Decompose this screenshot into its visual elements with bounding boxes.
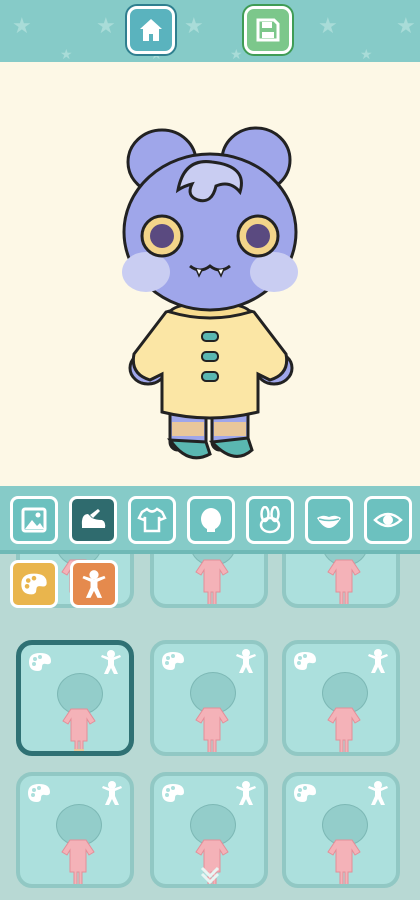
item-card[interactable] xyxy=(282,772,400,888)
head-icon xyxy=(201,508,221,532)
item-grid xyxy=(0,554,420,900)
item-card[interactable] xyxy=(282,640,400,756)
item-figure xyxy=(195,559,229,604)
star-decoration: ★ xyxy=(318,14,338,39)
category-head[interactable] xyxy=(187,496,235,544)
character-stage xyxy=(0,62,420,486)
item-figure xyxy=(327,559,361,604)
shoe-icon xyxy=(81,509,106,528)
category-shoes[interactable] xyxy=(69,496,117,544)
palette-icon xyxy=(28,784,50,802)
category-ears[interactable] xyxy=(246,496,294,544)
star-decoration: ★ xyxy=(12,14,32,39)
person-icon xyxy=(82,570,106,598)
item-figure xyxy=(195,707,229,752)
home-icon xyxy=(140,19,162,41)
chevron-down-icon[interactable] xyxy=(198,864,222,884)
item-figure xyxy=(61,839,95,884)
star-decoration: ★ xyxy=(96,14,116,39)
person-icon xyxy=(368,781,388,805)
save-icon xyxy=(256,18,280,42)
palette-icon xyxy=(21,573,47,595)
image-icon xyxy=(21,507,47,533)
item-card[interactable] xyxy=(16,772,134,888)
category-mouth[interactable] xyxy=(305,496,353,544)
palette-icon xyxy=(294,652,316,670)
home-button[interactable] xyxy=(127,6,175,54)
palette-icon xyxy=(29,653,51,671)
item-figure xyxy=(327,839,361,884)
category-bar xyxy=(0,486,420,554)
person-icon xyxy=(368,649,388,673)
person-icon xyxy=(236,781,256,805)
person-icon xyxy=(236,649,256,673)
item-card[interactable] xyxy=(150,554,268,608)
character-preview xyxy=(122,126,298,460)
item-card[interactable] xyxy=(150,640,268,756)
star-decoration: ★ xyxy=(184,14,204,39)
shirt-icon xyxy=(137,507,167,533)
person-icon xyxy=(101,650,121,674)
palette-icon xyxy=(162,652,184,670)
filter-person-button[interactable] xyxy=(70,560,118,608)
save-button[interactable] xyxy=(244,6,292,54)
item-card[interactable] xyxy=(282,554,400,608)
bunny-icon xyxy=(259,506,281,534)
item-figure xyxy=(62,708,96,751)
mouth-icon xyxy=(317,515,341,528)
person-icon xyxy=(102,781,122,805)
star-decoration: ★ xyxy=(360,47,373,62)
item-card-selected[interactable] xyxy=(16,640,134,756)
filter-color-button[interactable] xyxy=(10,560,58,608)
category-background[interactable] xyxy=(10,496,58,544)
item-figure xyxy=(327,707,361,752)
star-decoration: ★ xyxy=(60,47,73,62)
palette-icon xyxy=(162,784,184,802)
eye-icon xyxy=(373,512,403,528)
star-decoration: ★ xyxy=(396,14,416,39)
top-bar: ★ ★ ★ ★ ★ ★ ★ ★ ★ xyxy=(0,0,420,62)
star-decoration: ★ xyxy=(230,47,243,62)
category-clothes[interactable] xyxy=(128,496,176,544)
palette-icon xyxy=(294,784,316,802)
category-eyes[interactable] xyxy=(364,496,412,544)
